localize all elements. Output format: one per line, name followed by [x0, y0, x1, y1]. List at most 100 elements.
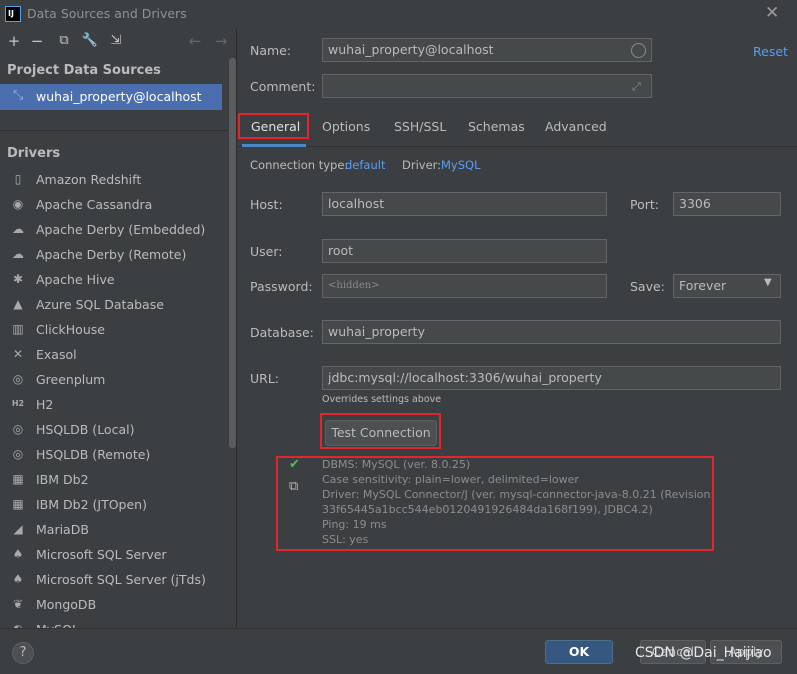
success-check-icon: ✔ [289, 457, 300, 472]
wrench-icon[interactable]: 🔧 [81, 32, 99, 50]
save-label: Save: [630, 279, 665, 294]
database-label: Database: [250, 325, 314, 340]
test-connection-button[interactable]: Test Connection [325, 420, 437, 446]
driver-label: Exasol [36, 347, 77, 362]
expand-icon[interactable]: ⤢ [632, 80, 641, 94]
user-input[interactable]: root [322, 239, 607, 263]
navigate-icon[interactable]: ⇲ [107, 32, 125, 50]
driver-label: MariaDB [36, 522, 89, 537]
project-data-sources-heading: Project Data Sources [7, 63, 161, 78]
driver-item[interactable]: ✕ Exasol [0, 343, 222, 367]
driver-item[interactable]: ✱ Apache Hive [0, 268, 222, 292]
driver-label: MongoDB [36, 597, 97, 612]
comment-input[interactable] [322, 74, 652, 98]
driver-label: Greenplum [36, 372, 106, 387]
divider [0, 130, 230, 131]
tab-schemas[interactable]: Schemas [468, 119, 525, 134]
main-panel: Name: wuhai_property@localhost Reset Com… [238, 28, 797, 628]
azure-icon: ▲ [13, 297, 23, 311]
password-label: Password: [250, 279, 313, 294]
driver-item[interactable]: ◢ MariaDB [0, 518, 222, 542]
driver-item[interactable]: ▦ IBM Db2 [0, 468, 222, 492]
driver-item[interactable]: ▥ ClickHouse [0, 318, 222, 342]
driver-item[interactable]: ◎ HSQLDB (Local) [0, 418, 222, 442]
hsqldb-icon: ◎ [12, 422, 24, 436]
driver-item[interactable]: ♠ Microsoft SQL Server (jTds) [0, 568, 222, 592]
datasource-icon: ⤡ [13, 88, 24, 103]
driver-item[interactable]: ◐MySQL [0, 618, 222, 628]
name-label: Name: [250, 43, 292, 58]
derby-icon: ☁ [12, 222, 24, 236]
comment-label: Comment: [250, 79, 316, 94]
duplicate-icon[interactable]: ⧉ [55, 32, 73, 50]
add-icon[interactable]: + [5, 32, 23, 50]
driver-label: Amazon Redshift [36, 172, 142, 187]
port-input[interactable]: 3306 [673, 192, 781, 216]
driver-item[interactable]: ▦ IBM Db2 (JTOpen) [0, 493, 222, 517]
chevron-down-icon: ▼ [764, 277, 772, 288]
driver-item[interactable]: ▲ Azure SQL Database [0, 293, 222, 317]
remove-icon[interactable]: − [28, 32, 46, 50]
driver-item[interactable]: ☁ Apache Derby (Remote) [0, 243, 222, 267]
sidebar-toolbar: + − ⧉ 🔧 ⇲ ← → [0, 28, 236, 56]
driver-label: IBM Db2 [36, 472, 89, 487]
driver-item[interactable]: ◎ HSQLDB (Remote) [0, 443, 222, 467]
connection-type-link[interactable]: default [345, 158, 385, 172]
url-label: URL: [250, 371, 280, 386]
ok-button[interactable]: OK [545, 640, 613, 664]
driver-item[interactable]: ▯ Amazon Redshift [0, 168, 222, 192]
help-button[interactable]: ? [12, 642, 34, 664]
close-icon[interactable]: ✕ [765, 4, 779, 22]
save-select-value: Forever [679, 278, 727, 293]
url-input[interactable]: jdbc:mysql://localhost:3306/wuhai_proper… [322, 366, 781, 390]
tabs-divider [238, 146, 797, 147]
driver-item[interactable]: ♠ Microsoft SQL Server [0, 543, 222, 567]
copy-icon[interactable]: ⧉ [289, 479, 298, 494]
db2-icon: ▦ [12, 497, 24, 511]
driver-label: Apache Cassandra [36, 197, 153, 212]
mariadb-icon: ◢ [13, 522, 23, 536]
port-label: Port: [630, 197, 659, 212]
driver-label: Microsoft SQL Server (jTds) [36, 572, 206, 587]
h2-icon: H2 [11, 399, 25, 408]
tab-general[interactable]: General [251, 119, 300, 134]
driver-item[interactable]: H2 H2 [0, 393, 222, 417]
connection-type-label: Connection type: [250, 158, 349, 172]
driver-label: Apache Derby (Embedded) [36, 222, 206, 237]
sidebar-scrollbar[interactable] [229, 58, 236, 448]
db2-icon: ▦ [12, 472, 24, 486]
data-source-item[interactable]: ⤡ wuhai_property@localhost [0, 84, 222, 110]
tab-advanced[interactable]: Advanced [545, 119, 607, 134]
tab-ssh-ssl[interactable]: SSH/SSL [394, 119, 446, 134]
driver-label: H2 [36, 397, 54, 412]
host-input[interactable]: localhost [322, 192, 607, 216]
forward-arrow-icon[interactable]: → [212, 32, 230, 50]
window-title: Data Sources and Drivers [27, 6, 187, 21]
driver-item[interactable]: ◉ Apache Cassandra [0, 193, 222, 217]
back-arrow-icon[interactable]: ← [186, 32, 204, 50]
name-input[interactable]: wuhai_property@localhost [322, 38, 652, 62]
host-label: Host: [250, 197, 283, 212]
reset-link[interactable]: Reset [753, 44, 788, 59]
driver-label: Azure SQL Database [36, 297, 164, 312]
driver-item[interactable]: ◎ Greenplum [0, 368, 222, 392]
password-input[interactable]: <hidden> [322, 274, 607, 298]
database-input[interactable]: wuhai_property [322, 320, 781, 344]
bottom-bar: ? OK Cancel Apply CSDN @Dai_Haijiao [0, 628, 797, 674]
sqlserver-icon: ♠ [12, 547, 24, 561]
driver-label: HSQLDB (Local) [36, 422, 135, 437]
url-hint: Overrides settings above [322, 394, 442, 405]
driver-item[interactable]: ☁ Apache Derby (Embedded) [0, 218, 222, 242]
tab-options[interactable]: Options [322, 119, 370, 134]
exasol-icon: ✕ [12, 347, 24, 361]
driver-item[interactable]: ❦ MongoDB [0, 593, 222, 617]
intellij-logo-icon: IJ [5, 6, 21, 22]
driver-link[interactable]: MySQL [441, 158, 481, 172]
connection-status-text: DBMS: MySQL (ver. 8.0.25) Case sensitivi… [322, 458, 715, 546]
greenplum-icon: ◎ [12, 372, 24, 386]
hsqldb-icon: ◎ [12, 447, 24, 461]
save-select[interactable]: Forever ▼ [673, 274, 781, 298]
color-circle-icon[interactable] [631, 43, 646, 58]
driver-label: HSQLDB (Remote) [36, 447, 151, 462]
sidebar: + − ⧉ 🔧 ⇲ ← → Project Data Sources ⤡ wuh… [0, 28, 237, 628]
